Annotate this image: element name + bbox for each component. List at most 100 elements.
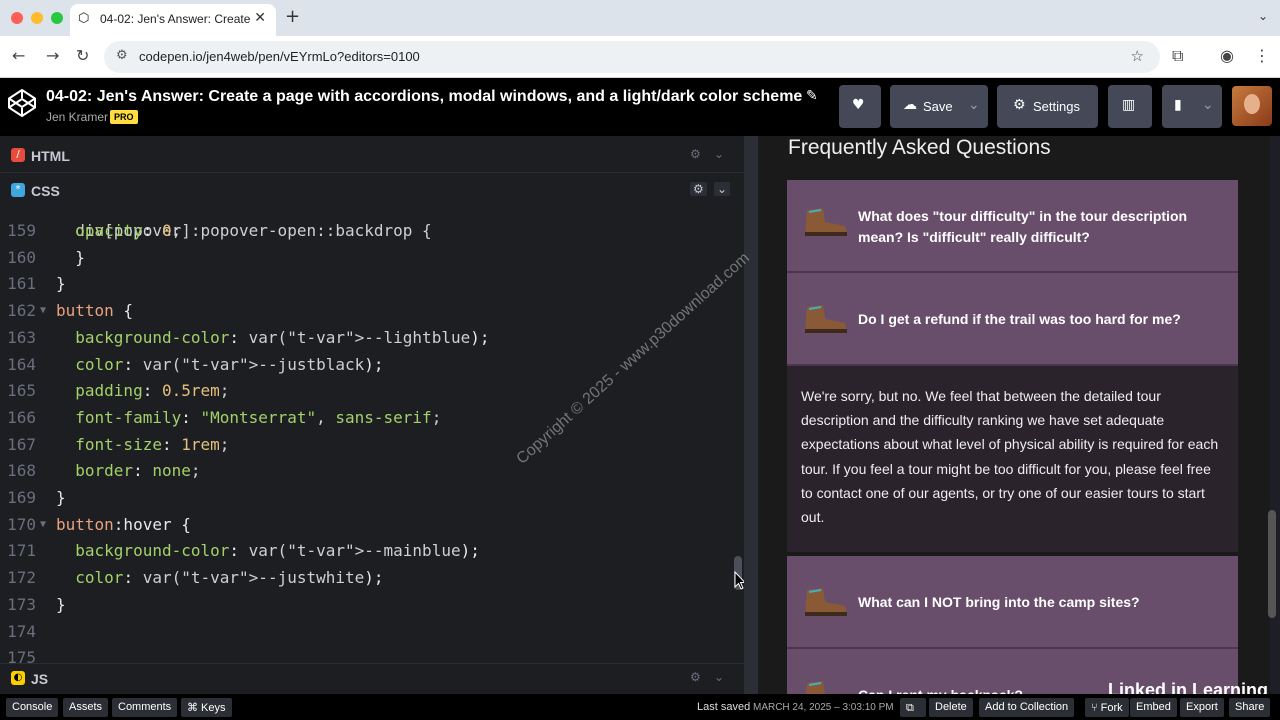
change-view-button[interactable]: ▥ <box>1108 85 1152 128</box>
console-button[interactable]: Console <box>6 698 59 717</box>
close-window-button[interactable] <box>11 12 23 24</box>
pro-badge: PRO <box>110 110 138 124</box>
code-line: 162 ▼ button { <box>0 298 744 324</box>
code-line: 159 opacity: 0; <box>0 218 744 244</box>
html-pane-header[interactable]: / HTML ⚙ ⌄ <box>0 138 744 172</box>
layout-icon: ▥ <box>1122 97 1136 113</box>
hiking-boot-icon <box>806 681 825 694</box>
pane-resizer[interactable] <box>744 136 758 694</box>
css-code-editor[interactable]: div[popover]:popover-open::backdrop { 15… <box>0 198 744 668</box>
tab-search-chevron-icon[interactable]: ⌄ <box>1258 9 1268 23</box>
code-text: opacity: 0; <box>75 221 182 240</box>
back-arrow-icon[interactable]: ← <box>12 46 25 65</box>
fold-toggle-icon[interactable]: ▼ <box>40 512 46 538</box>
comments-button[interactable]: Comments <box>112 698 178 717</box>
code-line: 167 font-size: 1rem; <box>0 432 744 458</box>
code-line: 166 font-family: "Montserrat", sans-seri… <box>0 405 744 431</box>
hiking-boot-icon <box>805 305 847 333</box>
bookmark-button[interactable]: ▮ ⌄ <box>1162 85 1222 128</box>
faq-question-item[interactable]: Do I get a refund if the trail was too h… <box>787 273 1238 366</box>
code-text: } <box>56 274 66 294</box>
bookmark-icon: ▮ <box>1174 97 1182 113</box>
share-button[interactable]: Share <box>1229 698 1271 717</box>
last-saved-status: Last saved MARCH 24, 2025 – 3:03:10 PM <box>697 701 894 713</box>
code-line-partial: div[popover]:popover-open::backdrop { <box>0 198 744 240</box>
close-tab-icon[interactable]: ✕ <box>254 10 266 26</box>
html-settings-gear-icon[interactable]: ⚙ <box>690 147 701 161</box>
codepen-favicon-icon: ⬡ <box>78 11 90 26</box>
embed-button[interactable]: Embed <box>1130 698 1177 717</box>
code-text: font-size: 1rem; <box>75 434 230 454</box>
code-text: } <box>56 594 66 614</box>
code-text: button:hover { <box>56 514 191 534</box>
code-line: 168 border: none; <box>0 458 744 484</box>
forward-arrow-icon[interactable]: → <box>46 46 59 65</box>
pen-title[interactable]: 04-02: Jen's Answer: Create a page with … <box>46 88 802 106</box>
code-text: background-color: var("t-var">--lightblu… <box>75 327 490 347</box>
code-line: 160 } <box>0 245 744 271</box>
browser-menu-icon[interactable]: ⋮ <box>1254 46 1270 65</box>
line-number: 173 <box>7 594 36 614</box>
hiking-boot-icon <box>805 588 847 616</box>
keys-button[interactable]: ⌘ Keys <box>181 698 232 717</box>
chevron-down-icon[interactable]: ⌄ <box>968 97 980 113</box>
line-number: 162 <box>7 301 36 321</box>
browser-tab-active[interactable]: ⬡ 04-02: Jen's Answer: Create ✕ <box>70 4 276 36</box>
preview-scrollbar[interactable] <box>1268 510 1276 618</box>
love-button[interactable]: ♥ <box>839 85 881 128</box>
chevron-down-icon[interactable]: ⌄ <box>1202 97 1214 113</box>
faq-question-item[interactable]: What does "tour difficulty" in the tour … <box>787 180 1238 273</box>
author-name[interactable]: Jen Kramer <box>46 110 108 124</box>
delete-button[interactable]: Delete <box>929 698 973 717</box>
codepen-logo-icon[interactable] <box>6 87 38 119</box>
code-line: 171 background-color: var("t-var">--main… <box>0 538 744 564</box>
edit-title-pencil-icon[interactable]: ✎ <box>806 88 818 104</box>
user-avatar[interactable] <box>1232 86 1272 126</box>
faq-question-item[interactable]: What can I NOT bring into the camp sites… <box>787 556 1238 649</box>
code-text: } <box>56 488 66 507</box>
line-number: 160 <box>7 247 36 267</box>
line-number: 165 <box>7 381 36 401</box>
faq-heading: Frequently Asked Questions <box>788 136 1051 159</box>
css-icon: * <box>11 183 25 197</box>
site-info-icon[interactable]: ⚙ <box>116 48 128 63</box>
reload-icon[interactable]: ↻ <box>76 46 89 65</box>
faq-answer-panel: We're sorry, but no. We feel that betwee… <box>787 366 1238 552</box>
extensions-icon[interactable]: ⧉ <box>1172 46 1183 66</box>
url-text: codepen.io/jen4web/pen/vEYrmLo?editors=0… <box>139 49 420 64</box>
fork-button[interactable]: ⑂ Fork <box>1085 698 1129 717</box>
bookmark-star-icon[interactable]: ☆ <box>1131 47 1144 65</box>
fold-toggle-icon[interactable]: ▼ <box>40 298 46 324</box>
css-collapse-chevron-icon[interactable]: ⌄ <box>714 182 731 196</box>
maximize-window-button[interactable] <box>51 12 63 24</box>
profile-icon[interactable]: ◉ <box>1220 46 1234 65</box>
new-tab-button[interactable]: + <box>285 6 300 27</box>
gear-icon: ⚙ <box>1013 97 1026 113</box>
fork-icon: ⑂ <box>1091 701 1098 714</box>
minimize-window-button[interactable] <box>31 12 43 24</box>
line-number: 167 <box>7 434 36 454</box>
line-number: 174 <box>7 621 36 641</box>
js-settings-gear-icon[interactable]: ⚙ <box>690 670 701 684</box>
html-collapse-chevron-icon[interactable]: ⌄ <box>714 147 724 161</box>
html-pane-label: HTML <box>31 148 70 164</box>
save-label: Save <box>923 99 953 114</box>
code-line: 174 <box>0 619 744 645</box>
export-button[interactable]: Export <box>1180 698 1224 717</box>
save-button[interactable]: ☁ Save ⌄ <box>890 85 988 128</box>
url-bar[interactable]: ⚙ codepen.io/jen4web/pen/vEYrmLo?editors… <box>104 41 1160 73</box>
css-settings-gear-icon[interactable]: ⚙ <box>690 182 707 196</box>
heart-icon: ♥ <box>852 97 865 113</box>
js-pane-header[interactable]: ◐ JS ⚙ ⌄ <box>0 663 744 694</box>
assets-button[interactable]: Assets <box>63 698 109 717</box>
settings-button[interactable]: ⚙ Settings <box>997 85 1098 128</box>
line-number: 169 <box>7 488 36 507</box>
code-text: background-color: var("t-var">--mainblue… <box>75 541 480 561</box>
last-saved-label: Last saved <box>697 701 751 713</box>
js-collapse-chevron-icon[interactable]: ⌄ <box>714 670 724 684</box>
hiking-boot-icon <box>805 208 847 236</box>
code-text: button { <box>56 301 134 321</box>
add-to-collection-button[interactable]: Add to Collection <box>979 698 1075 717</box>
open-external-icon[interactable]: ⧉ <box>900 698 926 717</box>
line-number: 166 <box>7 407 36 427</box>
